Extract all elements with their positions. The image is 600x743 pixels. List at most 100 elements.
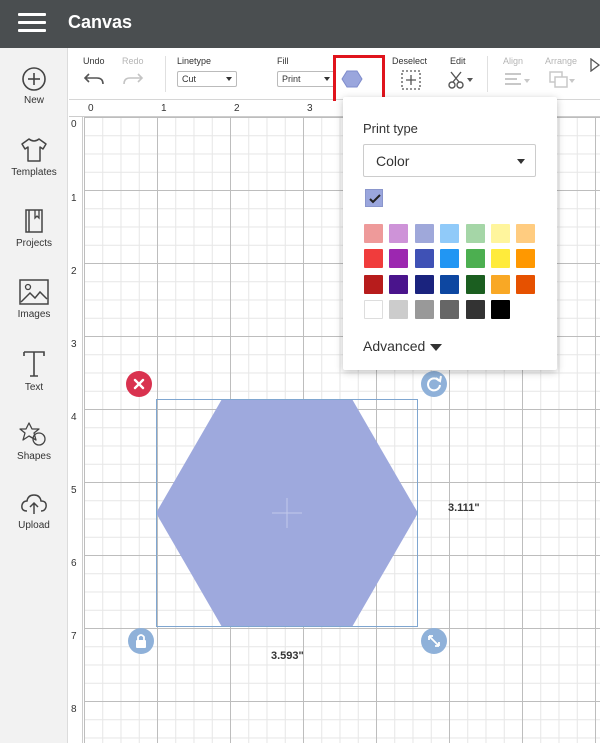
sidebar-item-shapes[interactable]: Shapes [0,420,68,486]
toolbar-divider [487,56,488,92]
width-dimension-label: 3.593" [271,650,304,662]
color-swatch[interactable] [465,249,485,269]
color-swatch[interactable] [364,224,383,243]
color-swatch[interactable] [414,274,434,294]
sidebar-item-label: Projects [15,238,53,249]
height-dimension-label: 3.111" [448,502,480,514]
book-icon [25,209,43,233]
chevron-down-icon [324,77,330,81]
color-swatch[interactable] [364,300,383,320]
sidebar-item-upload[interactable]: Upload [0,491,68,557]
ruler-label: 6 [71,558,77,569]
ruler-label: 1 [71,193,77,204]
print-type-label: Print type [363,121,418,136]
arrange-icon[interactable] [548,70,576,90]
fill-value: Print [282,74,301,84]
checkmark-icon [369,194,381,204]
advanced-toggle[interactable]: Advanced [363,338,443,354]
color-swatch[interactable] [516,274,536,294]
chevron-down-icon [517,159,525,164]
page-title: Canvas [68,12,133,32]
sidebar-item-text[interactable]: Text [0,349,68,415]
color-swatch[interactable] [364,274,383,294]
upload-cloud-icon [21,494,47,514]
edit-scissors-icon[interactable] [446,69,474,91]
ruler-label: 3 [307,103,313,114]
color-swatch[interactable] [465,300,485,320]
color-palette [364,224,536,324]
undo-label: Undo [83,56,105,66]
color-swatch[interactable] [465,274,485,294]
ruler-label: 7 [71,631,77,642]
chevron-down-icon [226,77,232,81]
color-swatch[interactable] [414,249,434,269]
color-swatch[interactable] [516,224,536,243]
sidebar-item-label: Shapes [17,451,51,462]
redo-label: Redo [122,56,144,66]
shirt-icon [21,138,47,162]
color-swatch[interactable] [440,300,460,320]
deselect-label: Deselect [392,56,428,66]
align-icon[interactable] [503,71,531,89]
lock-handle[interactable] [128,628,154,654]
print-type-value: Color [376,153,410,169]
color-swatch[interactable] [440,249,460,269]
lock-icon [136,634,146,648]
top-bar: Canvas [0,0,600,48]
color-swatch[interactable] [414,224,434,243]
ruler-label: 0 [88,103,94,114]
redo-icon[interactable] [122,70,144,88]
delete-handle[interactable] [126,371,152,397]
color-swatch[interactable] [491,300,510,320]
color-swatch[interactable] [465,224,485,243]
selection-bounding-box [156,399,418,627]
image-icon [19,279,49,305]
fill-popup-panel: Print type Color Advanced [343,97,557,370]
color-swatch[interactable] [491,249,510,269]
arrange-label: Arrange [545,56,578,66]
color-swatch[interactable] [491,274,510,294]
play-icon[interactable] [590,58,600,72]
linetype-select[interactable]: Cut [177,71,237,87]
ruler-label: 1 [161,103,167,114]
color-swatch[interactable] [440,274,460,294]
sidebar-item-label: Templates [11,167,57,178]
color-swatch[interactable] [440,224,460,243]
color-swatch[interactable] [364,249,383,269]
linetype-label: Linetype [177,56,212,66]
ruler-label: 5 [71,485,77,496]
undo-icon[interactable] [83,70,105,88]
resize-arrows-icon [428,635,440,647]
rotate-handle[interactable] [421,371,447,397]
fill-select[interactable]: Print [277,71,335,87]
ruler-label: 3 [71,339,77,350]
ruler-label: 8 [71,704,77,715]
color-swatch[interactable] [491,224,510,243]
ruler-label: 0 [71,119,77,130]
sidebar-item-projects[interactable]: Projects [0,207,68,273]
text-icon [23,351,45,377]
hamburger-menu-icon[interactable] [18,13,46,35]
ruler-label: 2 [234,103,240,114]
sidebar-item-new[interactable]: New [0,66,68,132]
toolbar-divider [165,56,166,92]
color-swatch[interactable] [389,274,409,294]
deselect-icon[interactable] [400,69,422,91]
color-swatch[interactable] [516,249,536,269]
sidebar-item-images[interactable]: Images [0,278,68,344]
color-swatch[interactable] [389,249,409,269]
plus-circle-icon [22,67,46,91]
shapes-icon [19,422,46,446]
sidebar-item-label: New [23,95,44,106]
color-swatch[interactable] [414,300,434,320]
color-swatch[interactable] [389,300,409,320]
rotate-icon [427,375,442,392]
current-color-swatch[interactable] [365,189,383,207]
color-swatch[interactable] [389,224,409,243]
print-type-select[interactable]: Color [363,144,536,177]
ruler-vertical: 0 1 2 3 4 5 6 7 8 [69,117,83,743]
sidebar-item-templates[interactable]: Templates [0,136,68,202]
sidebar: New Templates Projects Images Text Shape… [0,48,68,743]
fill-label: Fill [277,56,289,66]
resize-handle[interactable] [421,628,447,654]
